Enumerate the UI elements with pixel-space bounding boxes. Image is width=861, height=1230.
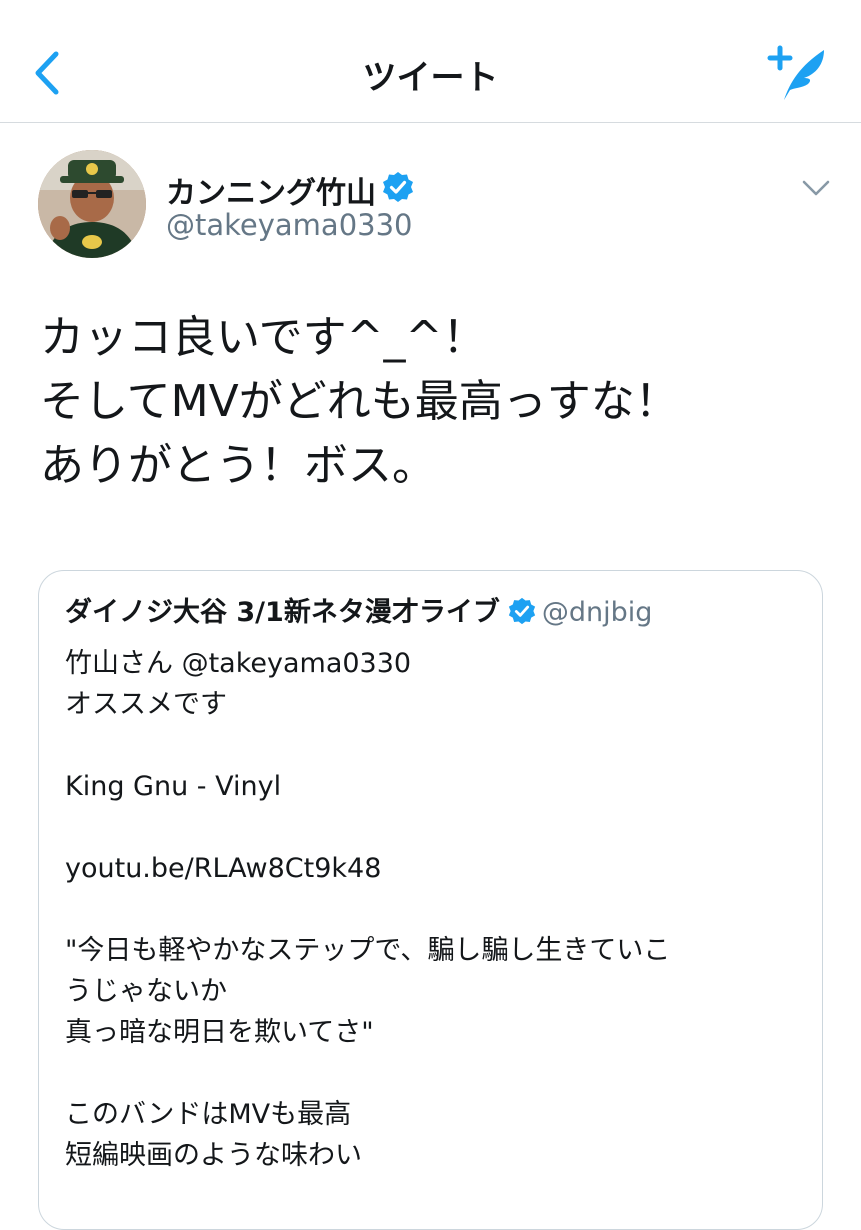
quoted-tweet-card[interactable]: ダイノジ大谷 3/1新ネタ漫才ライブ @dnjbig 竹山さん @takeyam… xyxy=(38,570,823,1230)
quoted-text-line: 真っ暗な明日を欺いてさ" xyxy=(65,1017,374,1048)
tweet-text: カッコ良いです^_^！ そしてMVがどれも最高っすな！ ありがとう！ボス。 xyxy=(40,306,840,498)
quoted-text-line: うじゃないか xyxy=(65,976,227,1007)
tweet-text-line: カッコ良いです^_^！ xyxy=(40,312,487,363)
verified-badge-icon xyxy=(508,597,535,625)
tweet-header: カンニング竹山 @takeyama0330 xyxy=(0,122,861,272)
tweet-text-line: そしてMVがどれも最高っすな！ xyxy=(40,376,679,427)
quoted-tweet-text: 竹山さん @takeyama0330 オススメです King Gnu - Vin… xyxy=(65,643,805,1176)
chevron-down-icon xyxy=(802,180,830,196)
avatar[interactable] xyxy=(38,150,146,258)
compose-tweet-button[interactable] xyxy=(766,44,830,104)
verified-badge-icon xyxy=(383,172,413,202)
quoted-author-handle: @dnjbig xyxy=(541,597,653,628)
quoted-text-line: 竹山さん @takeyama0330 xyxy=(65,648,412,679)
quoted-author-display-name: ダイノジ大谷 3/1新ネタ漫才ライブ xyxy=(65,597,500,628)
author-handle[interactable]: @takeyama0330 xyxy=(166,208,413,242)
quoted-text-line: King Gnu - Vinyl xyxy=(65,771,282,802)
page-title: ツイート xyxy=(362,58,499,98)
quoted-link[interactable]: youtu.be/RLAw8Ct9k48 xyxy=(65,848,805,889)
quoted-tweet-header: ダイノジ大谷 3/1新ネタ漫才ライブ @dnjbig xyxy=(65,593,652,633)
avatar-image xyxy=(38,150,146,258)
quoted-text-line xyxy=(65,807,805,848)
tweet-text-line: ありがとう！ボス。 xyxy=(40,440,436,491)
quoted-text-line: "今日も軽やかなステップで、騙し騙し生きていこ xyxy=(65,935,671,966)
navigation-bar: ツイート xyxy=(0,0,861,123)
quoted-text-line: オススメです xyxy=(65,689,227,720)
more-options-button[interactable] xyxy=(800,176,832,200)
quoted-text-line xyxy=(65,889,805,930)
quoted-text-line xyxy=(65,1053,805,1094)
quoted-text-line xyxy=(65,725,805,766)
quoted-text-line: このバンドはMVも最高 xyxy=(65,1099,352,1130)
compose-tweet-icon xyxy=(767,45,824,100)
author-display-name[interactable]: カンニング竹山 xyxy=(166,168,376,212)
quoted-text-line: 短編映画のような味わい xyxy=(65,1140,362,1171)
